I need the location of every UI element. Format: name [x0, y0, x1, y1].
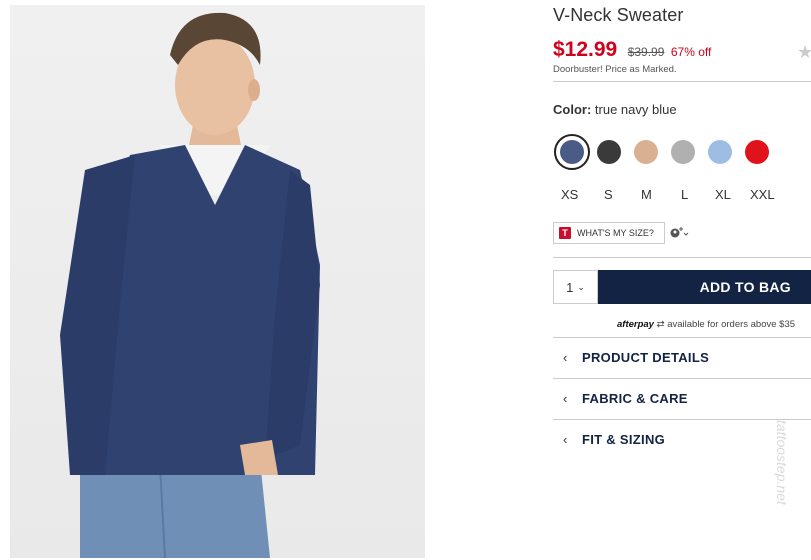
quantity-value: 1 — [566, 279, 574, 295]
original-price: $39.99 — [627, 45, 665, 59]
accordion-label: FABRIC & CARE — [582, 391, 688, 406]
product-image[interactable] — [10, 5, 425, 558]
color-swatch-fill — [634, 140, 658, 164]
size-option-m[interactable]: M — [641, 187, 652, 202]
product-info-panel: V-Neck Sweater $12.99 $39.99 67% off ★ D… — [553, 0, 811, 560]
afterpay-text: available for orders above $35 — [667, 319, 796, 330]
accordion-label: PRODUCT DETAILS — [582, 350, 710, 365]
chevron-left-icon: ‹ — [563, 432, 568, 447]
accordion-product-details[interactable]: ‹ PRODUCT DETAILS — [553, 337, 811, 378]
chevron-left-icon: ‹ — [563, 350, 568, 365]
color-swatch[interactable] — [554, 134, 590, 170]
sale-price: $12.99 — [553, 38, 618, 61]
price-note: Doorbuster! Price as Marked. — [553, 64, 677, 75]
color-swatch[interactable] — [665, 134, 701, 170]
size-option-xxl[interactable]: XXL — [750, 187, 775, 202]
watermark: tattoostep.net — [774, 420, 790, 505]
chevron-down-icon: ⌄ — [577, 281, 585, 292]
color-swatch-fill — [671, 140, 695, 164]
color-swatch-fill — [560, 140, 584, 164]
color-swatch-fill — [597, 140, 621, 164]
size-option-s[interactable]: S — [604, 187, 613, 202]
whats-my-size-label: WHAT'S MY SIZE? — [577, 228, 654, 238]
color-swatch-fill — [708, 140, 732, 164]
add-to-bag-button[interactable]: ADD TO BAG — [598, 270, 811, 304]
accordion-fit-sizing[interactable]: ‹ FIT & SIZING — [553, 419, 811, 460]
color-label: Color: true navy blue — [553, 102, 677, 117]
discount-text: 67% off — [670, 45, 712, 59]
product-photo-illustration — [60, 12, 320, 558]
color-swatch-fill — [745, 140, 769, 164]
color-swatch[interactable] — [702, 134, 738, 170]
size-option-l[interactable]: L — [681, 187, 688, 202]
color-swatch[interactable] — [739, 134, 775, 170]
accordion-fabric-care[interactable]: ‹ FABRIC & CARE — [553, 378, 811, 419]
divider — [553, 81, 811, 82]
size-tool-badge: T — [559, 227, 571, 239]
accordion-label: FIT & SIZING — [582, 432, 666, 447]
color-label-title: Color: — [553, 102, 592, 117]
afterpay-note: afterpay ⇄ available for orders above $3… — [617, 319, 795, 330]
afterpay-logo: afterpay — [617, 319, 654, 330]
size-option-xl[interactable]: XL — [715, 187, 731, 202]
color-swatch[interactable] — [591, 134, 627, 170]
person-fit-glyph — [670, 227, 689, 238]
afterpay-icon: ⇄ — [656, 319, 665, 330]
chevron-left-icon: ‹ — [563, 391, 568, 406]
whats-my-size-button[interactable]: T WHAT'S MY SIZE? — [553, 222, 665, 244]
price-row: $12.99 $39.99 67% off — [553, 38, 711, 62]
person-fit-icon[interactable] — [670, 227, 690, 242]
product-title: V-Neck Sweater — [553, 5, 684, 25]
divider — [553, 257, 811, 258]
size-option-xs[interactable]: XS — [561, 187, 578, 202]
quantity-select[interactable]: 1 ⌄ — [553, 270, 598, 304]
color-swatch[interactable] — [628, 134, 664, 170]
star-icon[interactable]: ★ — [797, 42, 811, 63]
selected-color-name: true navy blue — [594, 102, 677, 117]
